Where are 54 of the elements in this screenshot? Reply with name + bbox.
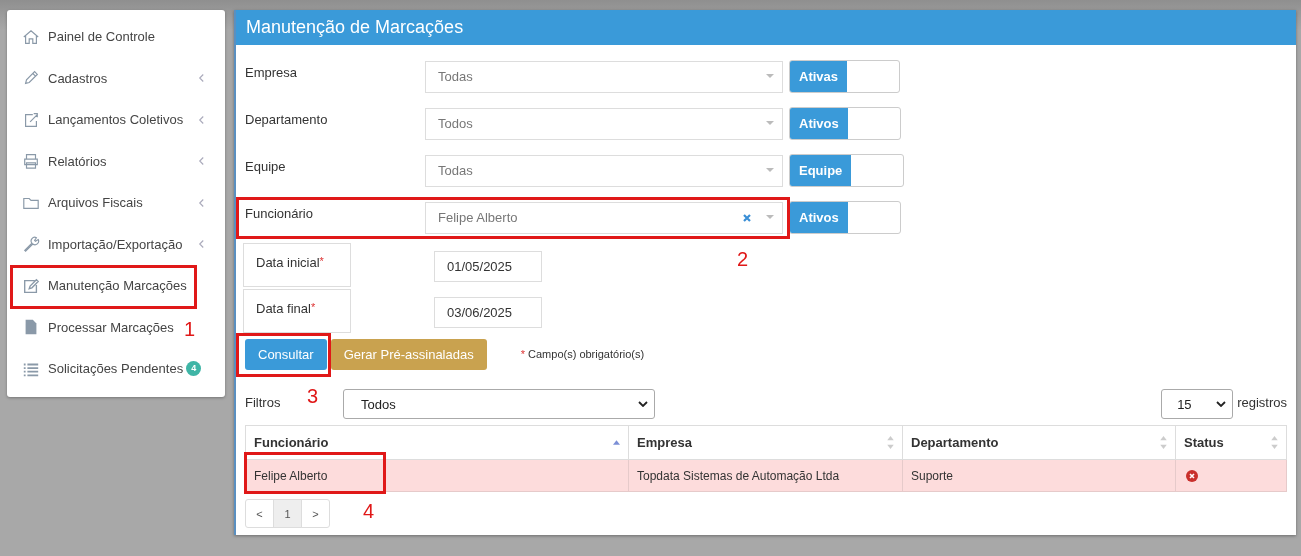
field-label: Funcionário [245,205,313,221]
annotation-number: 1 [183,317,195,341]
table-cell: Felipe Alberto [254,468,328,483]
caret-icon [766,74,774,79]
column-header[interactable]: Status [1175,425,1287,460]
field-label: Empresa [245,64,298,80]
column-header[interactable]: Funcionário [245,425,629,460]
filter-label: Filtros [245,395,281,410]
sidebar-item[interactable]: Lançamentos Coletivos [22,110,184,129]
chevron-icon [1216,401,1227,407]
chevron-icon [638,401,648,407]
sidebar-item[interactable]: Solicitações Pendentes 4 [22,359,202,378]
home-icon [22,27,40,46]
sidebar-item[interactable]: Importação/Exportação [22,235,183,254]
column-header[interactable]: Departamento [902,425,1176,460]
edit-icon [22,276,40,295]
select-field[interactable]: Todas [425,154,783,187]
page-button[interactable]: 1 [273,499,302,528]
sidebar-item[interactable]: Arquivos Fiscais [22,193,143,212]
sidebar-item[interactable]: Cadastros [22,69,108,88]
column-header[interactable]: Empresa [628,425,903,460]
sidebar-item[interactable]: Relatórios [22,152,107,171]
share-icon [22,110,40,129]
select-field[interactable]: Todas [425,60,783,93]
printer-icon [22,152,40,171]
previous-page-button[interactable]: < [245,499,274,528]
caret-icon [766,215,774,220]
filter-select[interactable]: Todos [343,389,655,419]
page-size-select[interactable]: 15 [1161,389,1234,419]
clear-icon[interactable] [742,212,752,223]
annotation-number: 2 [736,247,748,271]
count-badge: 4 [186,361,202,377]
panel-title: Manutenção de Marcações [246,17,464,38]
field-label: Data inicial* [256,254,324,270]
caret-icon [766,168,774,173]
table-cell: Topdata Sistemas de Automação Ltda [637,468,840,483]
annotation-number: 3 [307,384,319,408]
select-field[interactable]: Todos [425,107,783,140]
field-label: Data final* [256,300,316,316]
date-field[interactable]: 01/05/2025 [434,250,542,282]
table-cell: Suporte [911,468,954,483]
date-field[interactable]: 03/06/2025 [434,296,542,328]
field-label: Departamento [245,111,328,127]
sidebar-item[interactable]: Manutenção Marcações [22,276,187,295]
sidebar-item[interactable]: Painel de Controle [22,27,155,46]
sidebar-item[interactable]: Processar Marcações [22,318,174,337]
annotation-number: 4 [363,500,375,523]
caret-icon [766,121,774,126]
wrench-icon [22,235,40,254]
field-label: Equipe [245,158,286,174]
select-field[interactable]: Felipe Alberto [425,201,783,234]
page-size-label: registros [1237,395,1287,410]
required-note: * Campo(s) obrigatório(s) [520,348,645,360]
next-page-button[interactable]: > [301,499,330,528]
